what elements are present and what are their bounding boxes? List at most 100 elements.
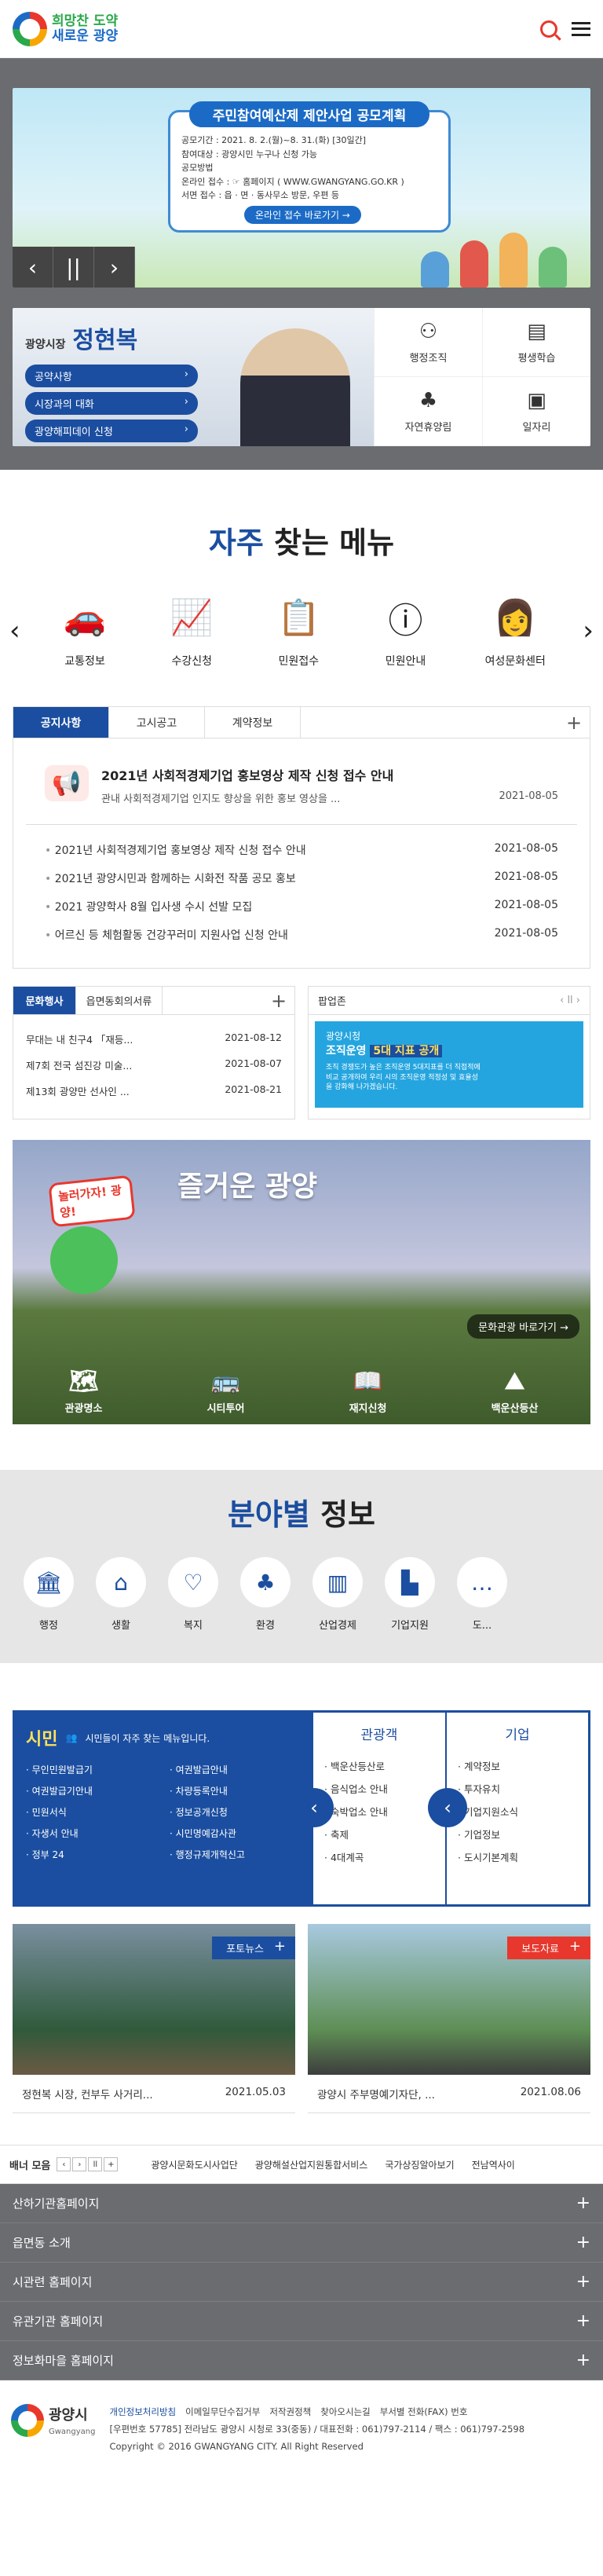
list-item[interactable]: 2021년 광양시민과 함께하는 시화전 작품 공모 홍보2021-08-05 — [45, 864, 558, 892]
culture-more-button[interactable]: + — [263, 987, 294, 1014]
field-item-more[interactable]: … 도... — [457, 1557, 507, 1632]
lifelong-learning-link[interactable]: ▤ 평생학습 — [482, 308, 590, 377]
accordion-item[interactable]: 시관련 홈페이지 + — [0, 2263, 603, 2302]
banner-line: 참여대상 : 광양시민 누구나 신청 가능 — [181, 148, 317, 159]
footer-link-phone[interactable]: 부서별 전화(FAX) 번호 — [380, 2404, 468, 2421]
tab-contract[interactable]: 계약정보 — [205, 707, 301, 738]
notice-more-button[interactable]: + — [558, 707, 590, 738]
tourist-link[interactable]: 백운산등산로 — [324, 1754, 434, 1777]
citizen-link[interactable]: 차량등록안내 — [170, 1784, 302, 1797]
tour-item-apply[interactable]: 📖 재지신청 — [349, 1368, 387, 1415]
tab-notice[interactable]: 공지사항 — [13, 707, 109, 738]
list-item[interactable]: 제7회 전국 섬진강 미술... 2021-08-07 — [26, 1052, 282, 1078]
photo-news-tag[interactable]: 포토뉴스 — [212, 1937, 295, 1959]
footer-link-copyright[interactable]: 저작권정책 — [269, 2404, 311, 2421]
business-link[interactable]: 계약정보 — [458, 1754, 577, 1777]
citizen-link[interactable]: 시민명예감사관 — [170, 1827, 302, 1840]
banner-plus-button[interactable]: + — [104, 2157, 119, 2171]
footer-link-directions[interactable]: 찾아오시는길 — [320, 2404, 370, 2421]
tab-culture[interactable]: 문화행사 — [13, 987, 76, 1014]
list-item[interactable]: 무대는 내 친구4 「재등... 2021-08-12 — [26, 1026, 282, 1052]
field-item-admin[interactable]: 🏛 행정 — [24, 1557, 74, 1632]
citizen-link[interactable]: 자생서 안내 — [26, 1827, 159, 1840]
footer-link-email[interactable]: 이메일무단수집거부 — [185, 2404, 260, 2421]
banner-prev-button[interactable]: ‹ — [57, 2157, 71, 2171]
menu-icon[interactable] — [572, 21, 590, 36]
business-link[interactable]: 도시기본계획 — [458, 1845, 577, 1868]
tour-item-attractions[interactable]: 🗺 관광명소 — [65, 1368, 103, 1415]
list-item[interactable]: 2021년 사회적경제기업 홍보영상 제작 신청 접수 안내2021-08-05 — [45, 836, 558, 864]
banner-link[interactable]: 국가상징알아보기 — [385, 2158, 454, 2171]
quick-prev-icon[interactable]: ‹ — [9, 615, 31, 647]
quick-item-traffic[interactable]: 🚗 교통정보 — [57, 593, 112, 669]
org-chart-icon: ⚇ — [418, 320, 438, 343]
jobs-link[interactable]: ▣ 일자리 — [482, 377, 590, 446]
banner-link[interactable]: 전남역사이 — [472, 2158, 515, 2171]
search-icon[interactable] — [540, 20, 557, 38]
main-banner[interactable]: 주민참여예산제 제안사업 공모계획 공모기간 : 2021. 8. 2.(월)~… — [13, 88, 590, 288]
quick-item-guide[interactable]: ⓘ 민원안내 — [378, 593, 433, 669]
mayor-pledge-button[interactable]: 공약사항 › — [25, 365, 198, 387]
citizen-link[interactable]: 정보공개신청 — [170, 1805, 302, 1819]
citizen-link[interactable]: 행정규제개혁신고 — [170, 1848, 302, 1861]
press-release-tag[interactable]: 보도자료 — [507, 1937, 590, 1959]
tab-meeting-docs[interactable]: 읍면동회의서류 — [76, 987, 163, 1014]
tab-announcement[interactable]: 고시공고 — [109, 707, 205, 738]
business-toggle-button[interactable]: ‹ — [428, 1788, 467, 1827]
tour-item-hiking[interactable]: ⛰ 백운산등산 — [492, 1368, 539, 1415]
quick-item-course[interactable]: 📈 수강신청 — [164, 593, 219, 669]
forest-link[interactable]: ♣ 자연휴양림 — [374, 377, 482, 446]
citizen-link[interactable]: 민원서식 — [26, 1805, 159, 1819]
accordion-item[interactable]: 정보화마을 홈페이지 + — [0, 2341, 603, 2380]
field-item-economy[interactable]: ▥ 산업경제 — [312, 1557, 363, 1632]
accordion-item[interactable]: 산하기관홈페이지 + — [0, 2184, 603, 2223]
quick-item-women[interactable]: 👩 여성문화센터 — [485, 593, 546, 669]
accordion-item[interactable]: 유관기관 홈페이지 + — [0, 2302, 603, 2341]
admin-org-link[interactable]: ⚇ 행정조직 — [374, 308, 482, 377]
tourism-link-button[interactable]: 문화관광 바로가기 → — [467, 1314, 579, 1339]
site-logo[interactable]: 희망찬 도약 새로운 광양 — [13, 11, 118, 46]
list-item[interactable]: 어르신 등 체험활동 건강꾸러미 지원사업 신청 안내2021-08-05 — [45, 921, 558, 949]
citizen-link[interactable]: 여권발급기안내 — [26, 1784, 159, 1797]
business-link[interactable]: 기업지원소식 — [458, 1800, 577, 1823]
banner-link[interactable]: 광양해설산업지원통합서비스 — [255, 2158, 368, 2171]
banner-pause-button[interactable]: ll — [88, 2157, 103, 2171]
list-item[interactable]: 2021 광양학사 8월 입사생 수시 선발 모집2021-08-05 — [45, 892, 558, 921]
car-icon: 🚗 — [63, 598, 107, 638]
tourist-toggle-button[interactable]: ‹ — [294, 1788, 334, 1827]
field-item-welfare[interactable]: ♡ 복지 — [168, 1557, 218, 1632]
tour-item-citytour[interactable]: 🚌 시티투어 — [207, 1368, 245, 1415]
field-item-business[interactable]: ▙ 기업지원 — [385, 1557, 435, 1632]
popup-controls[interactable]: ‹ ll › — [560, 995, 580, 1006]
field-item-life[interactable]: ⌂ 생활 — [96, 1557, 146, 1632]
banner-online-button[interactable]: 온라인 접수 바로가기 → — [244, 205, 361, 224]
banner-prev-button[interactable]: ‹ — [13, 247, 53, 288]
quick-next-icon[interactable]: › — [572, 615, 594, 647]
tourist-link[interactable]: 축제 — [324, 1823, 434, 1845]
field-item-environment[interactable]: ♣ 환경 — [240, 1557, 291, 1632]
press-release-card[interactable]: 보도자료 광양시 주부명예기자단, ...2021.08.06 — [308, 1924, 590, 2113]
popup-banner[interactable]: 광양시청 조직운영 5대 지표 공개 조직 경쟁도가 높은 조직운영 5대지표를… — [315, 1021, 583, 1108]
accordion-item[interactable]: 읍면동 소개 + — [0, 2223, 603, 2263]
mayor-happyday-button[interactable]: 광양해피데이 신청 › — [25, 420, 198, 442]
business-link[interactable]: 기업정보 — [458, 1823, 577, 1845]
business-link[interactable]: 투자유치 — [458, 1777, 577, 1800]
mayor-dialogue-button[interactable]: 시장과의 대화 › — [25, 392, 198, 415]
banner-link[interactable]: 광양시문화도시사업단 — [151, 2158, 237, 2171]
tourist-link[interactable]: 음식업소 안내 — [324, 1777, 434, 1800]
briefcase-icon: ▣ — [527, 389, 546, 412]
footer-link-privacy[interactable]: 개인정보처리방침 — [109, 2404, 176, 2421]
tourist-link[interactable]: 4대계곡 — [324, 1845, 434, 1868]
banner-next-button[interactable]: › — [72, 2157, 87, 2171]
tourist-title: 관광객 — [360, 1728, 398, 1743]
citizen-link[interactable]: 여권발급안내 — [170, 1763, 302, 1776]
photo-news-card[interactable]: 포토뉴스 정현복 시장, 컨부두 사거리...2021.05.03 — [13, 1924, 295, 2113]
banner-next-button[interactable]: › — [94, 247, 135, 288]
quick-item-petition[interactable]: 📋 민원접수 — [271, 593, 326, 669]
citizen-link[interactable]: 정부 24 — [26, 1848, 159, 1861]
notice-featured[interactable]: 📢 2021년 사회적경제기업 홍보영상 제작 신청 접수 안내 관내 사회적경… — [26, 738, 577, 825]
list-item[interactable]: 제13회 광양만 선사인 ... 2021-08-21 — [26, 1078, 282, 1104]
citizen-link[interactable]: 무인민원발급기 — [26, 1763, 159, 1776]
banner-pause-button[interactable]: || — [53, 247, 94, 288]
tourist-link[interactable]: 숙박업소 안내 — [324, 1800, 434, 1823]
